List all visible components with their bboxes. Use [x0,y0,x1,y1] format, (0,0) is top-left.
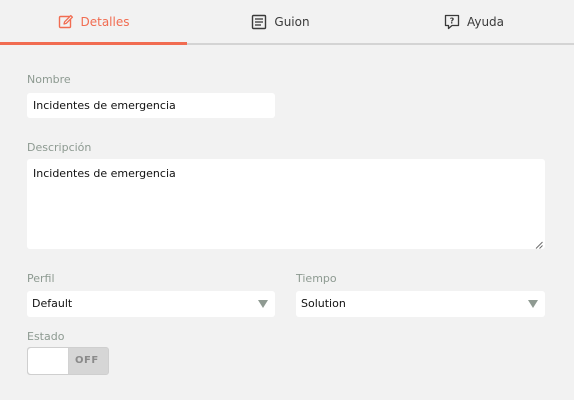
tiempo-value: Solution [301,297,346,310]
tab-detalles[interactable]: Detalles [0,0,187,45]
tiempo-select[interactable]: Solution [296,291,545,317]
nombre-label: Nombre [27,73,71,86]
tiempo-label: Tiempo [296,272,337,285]
nombre-input[interactable]: Incidentes de emergencia [27,93,275,118]
toggle-state-text: OFF [75,355,99,366]
document-icon [251,14,267,30]
svg-text:?: ? [450,16,455,25]
nombre-value: Incidentes de emergencia [33,99,176,112]
toggle-knob [28,348,69,374]
descripcion-textarea[interactable]: Incidentes de emergencia [27,159,545,249]
perfil-label: Perfil [27,272,55,285]
descripcion-value: Incidentes de emergencia [33,167,176,180]
edit-icon [58,14,74,30]
tab-bar: Detalles Guion ? Ayuda [0,0,574,45]
perfil-value: Default [32,297,73,310]
help-chat-icon: ? [444,14,460,30]
tab-ayuda[interactable]: ? Ayuda [374,0,574,43]
estado-toggle[interactable]: OFF [27,347,109,375]
tab-guion-label: Guion [274,14,310,29]
tab-ayuda-label: Ayuda [466,14,505,29]
tab-detalles-label: Detalles [80,14,130,29]
descripcion-label: Descripción [27,141,92,154]
resize-grip-icon[interactable] [535,239,543,249]
chevron-down-icon [258,300,268,308]
tab-guion[interactable]: Guion [187,0,374,43]
chevron-down-icon [528,300,538,308]
estado-label: Estado [27,330,65,343]
perfil-select[interactable]: Default [27,291,275,317]
